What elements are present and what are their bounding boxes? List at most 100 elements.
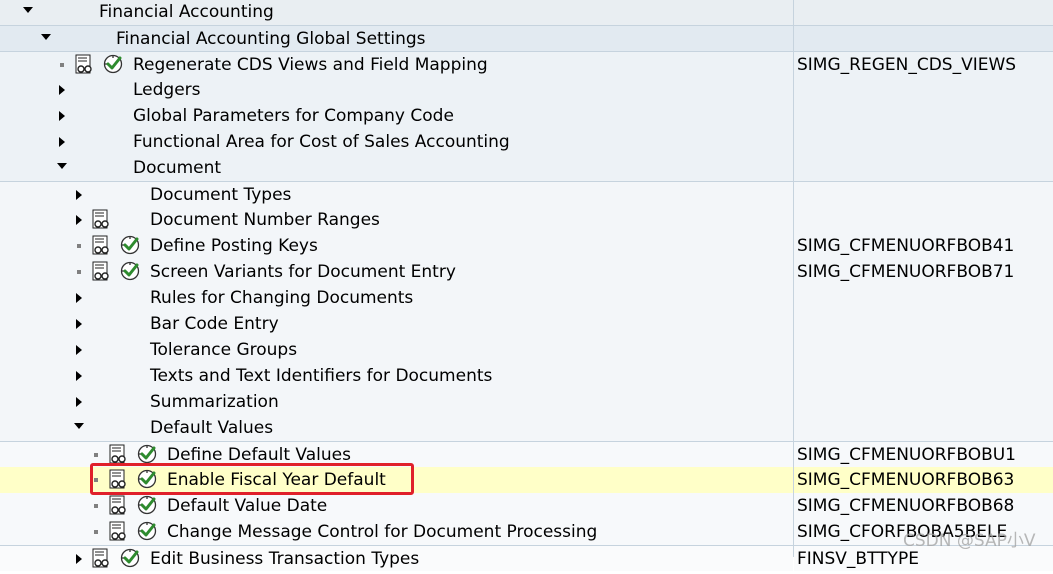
execute-activity-icon[interactable]	[119, 234, 141, 256]
tree-row[interactable]: Document Types	[0, 181, 1053, 207]
tree-row[interactable]: Bar Code Entry	[0, 311, 1053, 337]
bullet-icon	[94, 530, 98, 534]
tree-row[interactable]: Document Number Ranges	[0, 207, 1053, 233]
tree-node-label[interactable]: Regenerate CDS Views and Field Mapping	[133, 52, 488, 78]
documentation-icon[interactable]	[92, 261, 110, 282]
tree-node-cell[interactable]: Bar Code Entry	[0, 311, 793, 337]
activity-code: SIMG_CFMENUORFBOB63	[797, 470, 1015, 490]
expand-node-icon[interactable]	[54, 129, 70, 155]
tree-row[interactable]: Financial Accounting	[0, 0, 1053, 25]
tree-node-label[interactable]: Screen Variants for Document Entry	[150, 259, 456, 285]
tree-node-cell[interactable]: Financial Accounting	[0, 0, 793, 25]
documentation-icon[interactable]	[75, 54, 93, 75]
tree-node-cell[interactable]: Edit Business Transaction Types	[0, 545, 793, 571]
documentation-icon[interactable]	[92, 235, 110, 256]
tree-node-label[interactable]: Document Types	[150, 182, 291, 208]
tree-node-label[interactable]: Rules for Changing Documents	[150, 285, 413, 311]
execute-activity-icon[interactable]	[136, 443, 158, 465]
tree-node-label[interactable]: Financial Accounting Global Settings	[116, 26, 426, 52]
tree-row[interactable]: Default Values	[0, 415, 1053, 441]
documentation-icon[interactable]	[109, 444, 127, 465]
tree-row[interactable]: Ledgers	[0, 77, 1053, 103]
leaf-bullet-icon	[71, 233, 87, 259]
tree-node-cell[interactable]: Financial Accounting Global Settings	[0, 25, 793, 51]
tree-node-label[interactable]: Edit Business Transaction Types	[150, 546, 419, 572]
tree-node-cell[interactable]: Texts and Text Identifiers for Documents	[0, 363, 793, 389]
tree-node-label[interactable]: Texts and Text Identifiers for Documents	[150, 363, 492, 389]
tree-node-cell[interactable]: Regenerate CDS Views and Field Mapping	[0, 51, 793, 77]
tree-node-label[interactable]: Document Number Ranges	[150, 207, 380, 233]
triangle-right-icon	[76, 293, 82, 303]
tree-row[interactable]: Document	[0, 155, 1053, 181]
expand-node-icon[interactable]	[71, 311, 87, 337]
execute-activity-icon[interactable]	[119, 260, 141, 282]
expand-node-icon[interactable]	[71, 337, 87, 363]
activity-code: FINSV_BTTYPE	[797, 549, 919, 569]
tree-row[interactable]: Financial Accounting Global Settings	[0, 25, 1053, 51]
tree-node-cell[interactable]: Functional Area for Cost of Sales Accoun…	[0, 129, 793, 155]
expand-node-icon[interactable]	[71, 546, 87, 572]
tree-node-cell[interactable]: Define Posting Keys	[0, 233, 793, 259]
tree-node-cell[interactable]: Rules for Changing Documents	[0, 285, 793, 311]
tree-row[interactable]: Default Value Date SIMG_CFMENUORFBOB68	[0, 493, 1053, 519]
tree-node-cell[interactable]: Global Parameters for Company Code	[0, 103, 793, 129]
leaf-bullet-icon	[88, 519, 104, 545]
tree-node-cell[interactable]: Default Value Date	[0, 493, 793, 519]
tree-row[interactable]: Edit Business Transaction Types FINSV_BTT…	[0, 545, 1053, 571]
tree-node-label[interactable]: Summarization	[150, 389, 279, 415]
tree-node-cell[interactable]: Default Values	[0, 415, 793, 441]
expand-node-icon[interactable]	[71, 363, 87, 389]
collapse-node-icon[interactable]	[38, 26, 54, 52]
tree-row[interactable]: Screen Variants for Document Entry SIMG_C…	[0, 259, 1053, 285]
tree-node-cell[interactable]: Change Message Control for Document Proc…	[0, 519, 793, 545]
tree-node-label[interactable]: Default Values	[150, 415, 273, 441]
expand-node-icon[interactable]	[71, 207, 87, 233]
tree-node-label[interactable]: Change Message Control for Document Proc…	[167, 519, 597, 545]
img-activity-cell	[794, 389, 1053, 415]
tree-node-label[interactable]: Define Posting Keys	[150, 233, 318, 259]
documentation-icon[interactable]	[92, 209, 110, 230]
tree-node-label[interactable]: Financial Accounting	[99, 0, 274, 25]
execute-activity-icon[interactable]	[102, 53, 124, 75]
tree-node-label[interactable]: Global Parameters for Company Code	[133, 103, 454, 129]
expand-node-icon[interactable]	[54, 103, 70, 129]
expand-node-icon[interactable]	[71, 389, 87, 415]
collapse-node-icon[interactable]	[71, 415, 87, 441]
documentation-icon[interactable]	[109, 521, 127, 542]
tree-node-cell[interactable]: Tolerance Groups	[0, 337, 793, 363]
expand-node-icon[interactable]	[54, 77, 70, 103]
tree-row[interactable]: Tolerance Groups	[0, 337, 1053, 363]
execute-activity-icon[interactable]	[136, 520, 158, 542]
img-activity-cell	[794, 363, 1053, 389]
tree-node-cell[interactable]: Screen Variants for Document Entry	[0, 259, 793, 285]
tree-node-label[interactable]: Functional Area for Cost of Sales Accoun…	[133, 129, 510, 155]
tree-node-label[interactable]: Ledgers	[133, 77, 201, 103]
collapse-node-icon[interactable]	[20, 0, 36, 25]
tree-node-cell[interactable]: Document Types	[0, 181, 793, 207]
tree-row[interactable]: Summarization	[0, 389, 1053, 415]
tree-row[interactable]: Change Message Control for Document Proc…	[0, 519, 1053, 545]
collapse-node-icon[interactable]	[54, 155, 70, 181]
expand-node-icon[interactable]	[71, 285, 87, 311]
execute-activity-icon[interactable]	[119, 547, 141, 569]
tree-node-label[interactable]: Default Value Date	[167, 493, 327, 519]
tree-row[interactable]: Global Parameters for Company Code	[0, 103, 1053, 129]
documentation-icon[interactable]	[92, 548, 110, 569]
img-activity-cell	[794, 0, 1053, 25]
tree-node-cell[interactable]: Document	[0, 155, 793, 181]
execute-activity-icon[interactable]	[136, 494, 158, 516]
tree-node-cell[interactable]: Summarization	[0, 389, 793, 415]
tree-row[interactable]: Texts and Text Identifiers for Documents	[0, 363, 1053, 389]
tree-row[interactable]: Functional Area for Cost of Sales Accoun…	[0, 129, 1053, 155]
documentation-icon[interactable]	[109, 495, 127, 516]
tree-node-label[interactable]: Bar Code Entry	[150, 311, 279, 337]
triangle-right-icon	[76, 345, 82, 355]
expand-node-icon[interactable]	[71, 182, 87, 208]
tree-node-label[interactable]: Tolerance Groups	[150, 337, 297, 363]
tree-node-cell[interactable]: Ledgers	[0, 77, 793, 103]
tree-row[interactable]: Define Posting Keys SIMG_CFMENUORFBOB41	[0, 233, 1053, 259]
tree-node-cell[interactable]: Document Number Ranges	[0, 207, 793, 233]
tree-node-label[interactable]: Document	[133, 155, 221, 181]
tree-row[interactable]: Rules for Changing Documents	[0, 285, 1053, 311]
tree-row[interactable]: Regenerate CDS Views and Field Mapping SI…	[0, 51, 1053, 77]
